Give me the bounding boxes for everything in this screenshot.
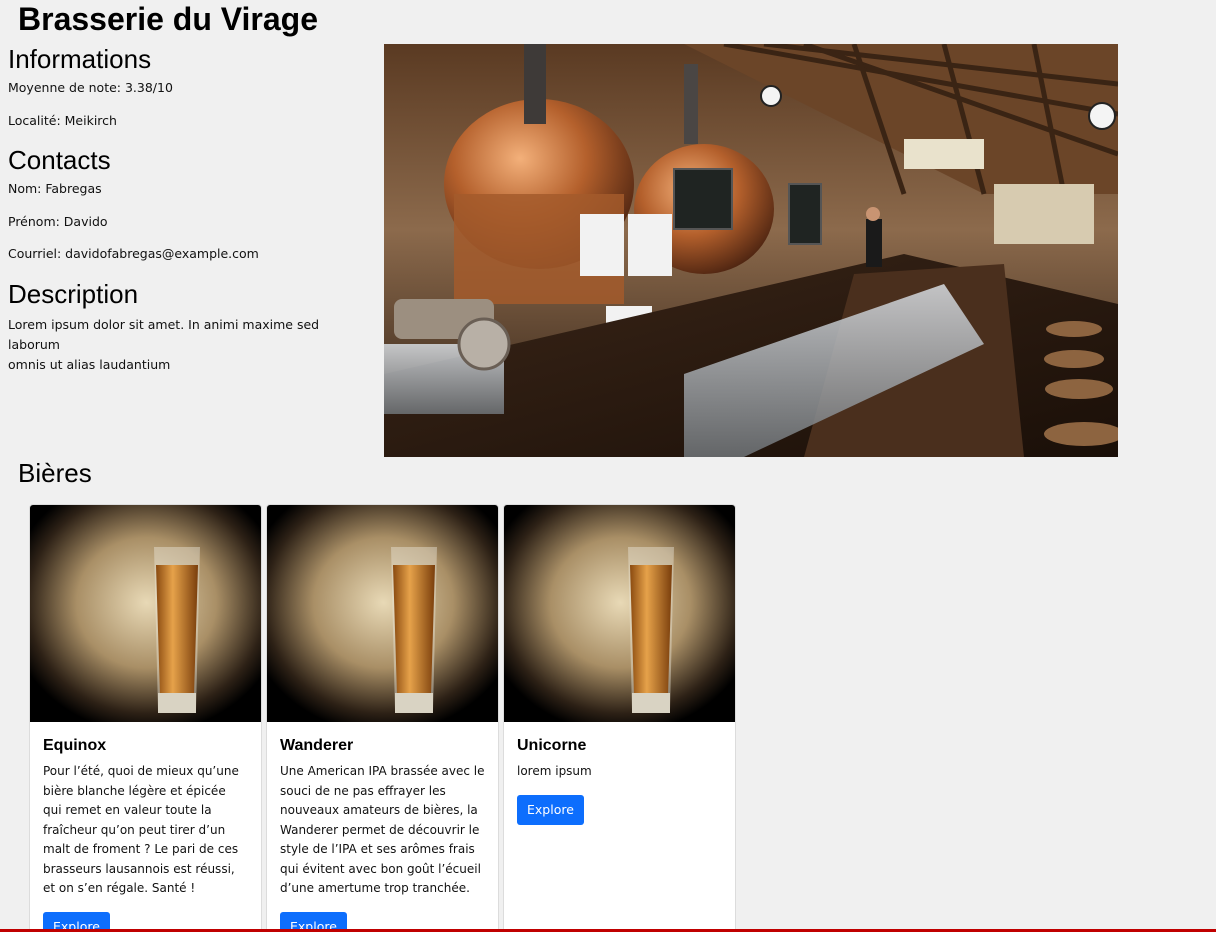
beer-glass-image <box>504 505 735 722</box>
info-column: Informations Moyenne de note: 3.38/10 Lo… <box>8 44 368 375</box>
contact-last-name: Nom: Fabregas <box>8 181 102 196</box>
rating-text: Moyenne de note: 3.38/10 <box>8 80 173 95</box>
brewery-interior-image <box>384 44 1118 457</box>
contact-first-name: Prénom: Davido <box>8 213 108 229</box>
brewery-title: Brasserie du Virage <box>18 1 319 37</box>
beer-glass-image <box>267 505 498 722</box>
beer-card: Wanderer Une American IPA brassée avec l… <box>266 504 499 932</box>
beer-description: lorem ipsum <box>517 764 592 778</box>
beer-description: Une American IPA brassée avec le souci d… <box>280 764 485 895</box>
description-line-2: omnis ut alias laudantium <box>8 356 171 372</box>
beer-description: Pour l’été, quoi de mieux qu’une bière b… <box>43 764 239 895</box>
beer-name: Unicorne <box>517 737 587 754</box>
informations-heading: Informations <box>8 44 152 74</box>
brewery-page: Brasserie du Virage Informations Moyenne… <box>0 0 1216 932</box>
locality-text: Localité: Meikirch <box>8 112 117 128</box>
beer-card: Unicorne lorem ipsum Explore <box>503 504 736 932</box>
brewery-hero-photo <box>384 44 1118 457</box>
contacts-heading: Contacts <box>8 145 111 175</box>
beer-card: Equinox Pour l’été, quoi de mieux qu’une… <box>29 504 262 932</box>
beer-glass-image <box>30 505 261 722</box>
beers-heading: Bières <box>18 458 92 488</box>
beer-name: Wanderer <box>280 737 354 754</box>
beer-card-list: Equinox Pour l’été, quoi de mieux qu’une… <box>29 504 736 932</box>
contact-email: Courriel: davidofabregas@example.com <box>8 246 259 261</box>
explore-button[interactable]: Explore <box>517 794 584 825</box>
description-heading: Description <box>8 278 139 309</box>
beer-name: Equinox <box>43 737 107 754</box>
description-line-1: Lorem ipsum dolor sit amet. In animi max… <box>8 316 320 352</box>
